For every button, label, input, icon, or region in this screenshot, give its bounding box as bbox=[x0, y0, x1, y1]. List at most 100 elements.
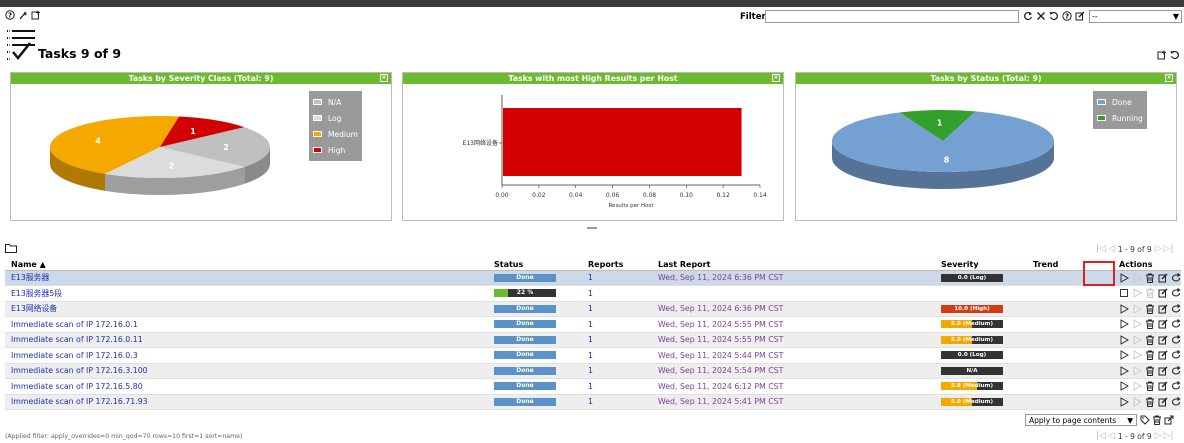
edit-icon[interactable] bbox=[1158, 397, 1168, 407]
clone-icon[interactable] bbox=[1171, 365, 1181, 376]
task-name-link[interactable]: Immediate scan of IP 172.16.0.1 bbox=[11, 320, 138, 329]
refresh-filter-icon[interactable] bbox=[1023, 11, 1033, 21]
edit-icon[interactable] bbox=[1158, 273, 1168, 283]
column-last-report-header[interactable]: Last Report bbox=[652, 259, 935, 271]
table-row[interactable]: Immediate scan of IP 172.16.71.93 Done 1 We… bbox=[5, 394, 1181, 410]
reports-link[interactable]: 1 bbox=[588, 397, 593, 406]
table-row[interactable]: E13网络设备 Done 1 Wed, Sep 11, 2024 6:36 PM CS… bbox=[5, 301, 1181, 317]
close-icon[interactable]: × bbox=[1165, 74, 1173, 82]
edit-icon[interactable] bbox=[1158, 288, 1168, 298]
task-name-link[interactable]: Immediate scan of IP 172.16.3.100 bbox=[11, 366, 148, 375]
table-row[interactable]: Immediate scan of IP 172.16.0.11 Done 1 Wed… bbox=[5, 332, 1181, 348]
reset-filter-icon[interactable] bbox=[1049, 11, 1059, 21]
start-icon[interactable] bbox=[1119, 303, 1129, 314]
task-name-link[interactable]: E13服务器 bbox=[11, 273, 49, 282]
edit-icon[interactable] bbox=[1158, 335, 1168, 345]
bulk-delete-icon[interactable] bbox=[1152, 415, 1162, 425]
table-row[interactable]: Immediate scan of IP 172.16.0.3 Done 1 Wed,… bbox=[5, 347, 1181, 364]
last-page-icon[interactable]: ▷| bbox=[1164, 244, 1174, 254]
start-icon[interactable] bbox=[1119, 319, 1129, 330]
clone-icon[interactable] bbox=[1171, 396, 1181, 407]
clone-icon[interactable] bbox=[1171, 381, 1181, 391]
start-icon[interactable] bbox=[1119, 381, 1129, 392]
table-row[interactable]: Immediate scan of IP 172.16.0.1 Done 1 Wed,… bbox=[5, 316, 1181, 333]
delete-icon[interactable] bbox=[1145, 304, 1155, 314]
clone-icon[interactable] bbox=[1171, 303, 1181, 314]
help-icon[interactable]: ? bbox=[5, 10, 15, 20]
stop-icon[interactable] bbox=[1119, 288, 1129, 298]
task-name-link[interactable]: Immediate scan of IP 172.16.71.93 bbox=[11, 397, 148, 406]
start-icon[interactable] bbox=[1119, 350, 1129, 361]
table-row[interactable]: E13服务器 Done 1 Wed, Sep 11, 2024 6:36 PM CST… bbox=[5, 270, 1181, 286]
prev-page-icon[interactable]: ◁ bbox=[1108, 244, 1115, 254]
table-row[interactable]: Immediate scan of IP 172.16.5.80 Done 1 Wed… bbox=[5, 378, 1181, 395]
next-page-icon[interactable]: ▷ bbox=[1155, 431, 1162, 441]
edit-filter-icon[interactable] bbox=[1075, 11, 1085, 21]
reports-link[interactable]: 1 bbox=[588, 335, 593, 344]
reports-link[interactable]: 1 bbox=[588, 304, 593, 313]
delete-icon[interactable] bbox=[1145, 366, 1155, 376]
start-icon[interactable] bbox=[1119, 365, 1129, 376]
filter-select[interactable]: -- ▼ bbox=[1089, 10, 1182, 23]
new-dashboard-icon[interactable] bbox=[1157, 50, 1167, 60]
task-name-link[interactable]: E13服务器5段 bbox=[11, 289, 62, 298]
column-status-header[interactable]: Status bbox=[488, 259, 582, 271]
clone-icon[interactable] bbox=[1171, 319, 1181, 329]
start-icon[interactable] bbox=[1119, 272, 1129, 283]
reports-link[interactable]: 1 bbox=[588, 320, 593, 329]
folder-icon[interactable] bbox=[5, 243, 17, 253]
resize-handle[interactable] bbox=[587, 227, 597, 229]
bulk-export-icon[interactable] bbox=[1164, 415, 1174, 425]
column-severity-header[interactable]: Severity bbox=[935, 259, 1027, 271]
clone-icon[interactable] bbox=[1171, 288, 1181, 298]
close-icon[interactable]: × bbox=[772, 74, 780, 82]
start-icon[interactable] bbox=[1119, 334, 1129, 345]
delete-icon[interactable] bbox=[1145, 319, 1155, 330]
reports-link[interactable]: 1 bbox=[588, 382, 593, 391]
table-row[interactable]: E13服务器5段 22 % 1 bbox=[5, 285, 1181, 302]
table-row[interactable]: Immediate scan of IP 172.16.3.100 Done 1 We… bbox=[5, 363, 1181, 379]
clone-icon[interactable] bbox=[1171, 350, 1181, 360]
last-report-link[interactable]: Wed, Sep 11, 2024 5:41 PM CST bbox=[658, 397, 783, 406]
bulk-action-select[interactable]: Apply to page contents ▼ bbox=[1025, 414, 1137, 426]
filter-help-icon[interactable]: ? bbox=[1062, 11, 1072, 21]
column-name-header[interactable]: Name ▲ bbox=[5, 259, 488, 271]
task-name-link[interactable]: Immediate scan of IP 172.16.0.11 bbox=[11, 335, 143, 344]
last-report-link[interactable]: Wed, Sep 11, 2024 6:36 PM CST bbox=[658, 304, 783, 313]
clone-icon[interactable] bbox=[1171, 334, 1181, 345]
task-name-link[interactable]: Immediate scan of IP 172.16.5.80 bbox=[11, 382, 143, 391]
first-page-icon[interactable]: |◁ bbox=[1096, 431, 1106, 441]
edit-icon[interactable] bbox=[1158, 304, 1168, 314]
edit-icon[interactable] bbox=[1158, 381, 1168, 391]
reports-link[interactable]: 1 bbox=[588, 351, 593, 360]
first-page-icon[interactable]: |◁ bbox=[1096, 244, 1106, 254]
delete-icon[interactable] bbox=[1145, 350, 1155, 361]
task-name-link[interactable]: E13网络设备 bbox=[11, 304, 57, 313]
column-reports-header[interactable]: Reports bbox=[582, 259, 652, 271]
task-name-link[interactable]: Immediate scan of IP 172.16.0.3 bbox=[11, 351, 138, 360]
edit-icon[interactable] bbox=[1158, 366, 1168, 376]
next-page-icon[interactable]: ▷ bbox=[1155, 244, 1162, 254]
delete-icon[interactable] bbox=[1145, 335, 1155, 345]
tag-icon[interactable] bbox=[1140, 415, 1150, 425]
delete-icon[interactable] bbox=[1145, 381, 1155, 392]
last-report-link[interactable]: Wed, Sep 11, 2024 5:44 PM CST bbox=[658, 351, 783, 360]
last-report-link[interactable]: Wed, Sep 11, 2024 5:55 PM CST bbox=[658, 320, 783, 329]
last-report-link[interactable]: Wed, Sep 11, 2024 5:54 PM CST bbox=[658, 366, 783, 375]
last-report-link[interactable]: Wed, Sep 11, 2024 6:36 PM CST bbox=[658, 273, 783, 282]
reports-link[interactable]: 1 bbox=[588, 289, 593, 298]
prev-page-icon[interactable]: ◁ bbox=[1108, 431, 1115, 441]
clone-icon[interactable] bbox=[1171, 272, 1181, 283]
close-icon[interactable]: × bbox=[380, 74, 388, 82]
last-report-link[interactable]: Wed, Sep 11, 2024 5:55 PM CST bbox=[658, 335, 783, 344]
wizard-icon[interactable] bbox=[18, 10, 28, 20]
edit-icon[interactable] bbox=[1158, 350, 1168, 360]
delete-icon[interactable] bbox=[1145, 273, 1155, 283]
start-icon[interactable] bbox=[1119, 396, 1129, 407]
reload-icon[interactable] bbox=[1170, 50, 1180, 60]
delete-icon[interactable] bbox=[1145, 397, 1155, 407]
clear-filter-icon[interactable] bbox=[1036, 11, 1046, 21]
filter-input[interactable] bbox=[765, 10, 1019, 23]
last-page-icon[interactable]: ▷| bbox=[1164, 431, 1174, 441]
last-report-link[interactable]: Wed, Sep 11, 2024 6:12 PM CST bbox=[658, 382, 783, 391]
